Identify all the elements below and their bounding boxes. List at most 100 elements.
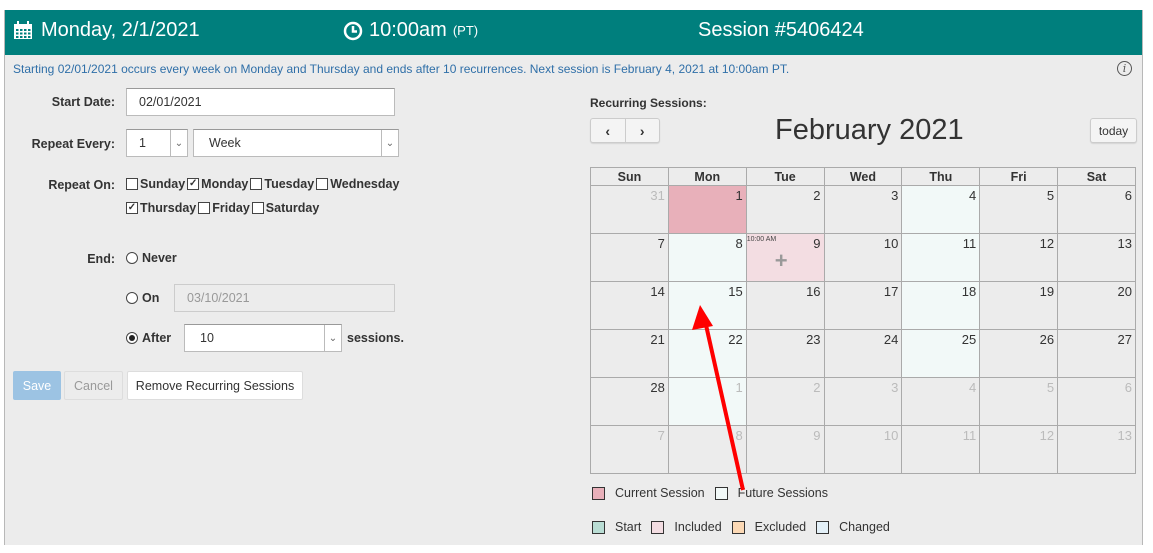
calendar-day-cell[interactable]: 9 <box>745 425 825 474</box>
day-number: 12 <box>1039 236 1055 251</box>
next-month-button[interactable]: › <box>624 119 660 142</box>
calendar-day-cell[interactable]: 13 <box>1057 425 1136 474</box>
start-date-input[interactable]: 02/01/2021 <box>126 88 395 116</box>
calendar-icon <box>14 21 32 39</box>
calendar-day-cell[interactable]: 7 <box>590 425 669 474</box>
day-number: 1 <box>735 188 743 203</box>
calendar-day-cell[interactable]: 21 <box>590 329 669 378</box>
calendar-day-cell[interactable]: 14 <box>590 281 669 330</box>
calendar-day-cell[interactable]: 3 <box>823 185 903 234</box>
chevron-down-icon[interactable]: ⌄ <box>324 325 341 351</box>
calendar-day-cell[interactable]: 5 <box>979 377 1059 426</box>
checkbox-tuesday[interactable]: Tuesday <box>250 177 314 191</box>
end-after-count-select[interactable]: 10 ⌄ <box>184 324 342 352</box>
checkbox-wednesday[interactable]: Wednesday <box>316 177 399 191</box>
calendar-week-row: 31 1 2 3 4 5 6 <box>590 185 1136 234</box>
cancel-button[interactable]: Cancel <box>64 371 123 400</box>
calendar-day-cell[interactable]: 16 <box>745 281 825 330</box>
checkbox-checked-icon[interactable]: ✓ <box>187 178 200 190</box>
legend-swatch <box>816 520 830 534</box>
day-number: 7 <box>657 428 665 443</box>
end-on-date-input[interactable]: 03/10/2021 <box>174 284 395 312</box>
calendar-day-cell[interactable]: 12 <box>979 425 1059 474</box>
checkbox-thursday[interactable]: ✓ Thursday <box>126 201 196 215</box>
today-button[interactable]: today <box>1090 118 1137 143</box>
calendar-day-cell[interactable]: 10 <box>823 425 903 474</box>
calendar-day-cell[interactable]: 11 <box>901 233 981 282</box>
calendar-day-cell[interactable]: 27 <box>1057 329 1136 378</box>
checkbox-monday[interactable]: ✓ Monday <box>187 177 248 191</box>
checkbox-saturday[interactable]: Saturday <box>251 201 319 215</box>
calendar-day-cell[interactable]: 6 <box>1057 185 1136 234</box>
chevron-down-icon[interactable]: ⌄ <box>381 130 398 156</box>
calendar-day-cell[interactable]: 11 <box>901 425 981 474</box>
calendar-day-cell[interactable]: 20 <box>1057 281 1136 330</box>
end-on-option[interactable]: On <box>126 291 159 305</box>
checkbox-checked-icon[interactable]: ✓ <box>126 202 138 214</box>
calendar-nav: ‹ › <box>590 118 660 143</box>
checkbox-sunday[interactable]: Sunday <box>126 177 185 191</box>
remove-recurring-sessions-button[interactable]: Remove Recurring Sessions <box>127 371 303 400</box>
calendar-day-cell[interactable]: 26 <box>979 329 1059 378</box>
day-number: 15 <box>728 284 743 299</box>
recurrence-summary: Starting 02/01/2021 occurs every week on… <box>13 62 790 76</box>
repeat-unit-value: Week <box>209 136 241 150</box>
calendar-day-cell[interactable]: 8 <box>667 233 747 282</box>
calendar-day-cell[interactable]: 4 <box>901 377 981 426</box>
radio-selected-icon[interactable] <box>126 332 138 344</box>
calendar-day-cell[interactable]: 2 <box>745 185 825 234</box>
repeat-unit-select[interactable]: Week ⌄ <box>193 129 399 157</box>
checkbox-icon[interactable] <box>126 178 138 190</box>
calendar-day-cell[interactable]: 24 <box>823 329 903 378</box>
repeat-count-select[interactable]: 1 ⌄ <box>126 129 188 157</box>
calendar-day-cell[interactable]: 18 <box>901 281 981 330</box>
calendar-day-cell[interactable]: 12 <box>979 233 1059 282</box>
calendar-day-cell[interactable]: 4 <box>901 185 981 234</box>
calendar-day-cell[interactable]: 25 <box>901 329 981 378</box>
calendar-day-cell[interactable]: 10 <box>823 233 903 282</box>
day-number: 5 <box>1046 380 1055 395</box>
calendar-day-cell[interactable]: 5 <box>979 185 1059 234</box>
calendar-day-cell[interactable]: 7 <box>590 233 669 282</box>
checkbox-icon[interactable] <box>316 178 329 190</box>
day-number: 9 <box>813 236 821 251</box>
calendar-day-cell[interactable]: 19 <box>979 281 1059 330</box>
end-after-option[interactable]: After <box>126 331 171 345</box>
checkbox-label: Sunday <box>140 177 186 191</box>
calendar-week-row: 7 8 10:00 AM +9 10 11 12 13 <box>590 233 1136 282</box>
calendar-day-cell[interactable]: 1 <box>667 377 747 426</box>
day-number: 21 <box>650 332 665 347</box>
prev-month-button[interactable]: ‹ <box>591 119 625 142</box>
day-number: 4 <box>968 380 977 395</box>
add-icon[interactable]: + <box>775 248 788 274</box>
calendar-day-cell[interactable]: 17 <box>823 281 903 330</box>
calendar-day-cell[interactable]: 6 <box>1057 377 1136 426</box>
calendar-day-cell[interactable]: 2 <box>745 377 825 426</box>
calendar-day-cell[interactable]: 3 <box>823 377 903 426</box>
calendar-day-cell[interactable]: 13 <box>1057 233 1136 282</box>
clock-icon <box>343 21 363 40</box>
chevron-down-icon[interactable]: ⌄ <box>170 130 187 156</box>
legend-swatch <box>731 520 745 534</box>
calendar-week-row: 21 22 23 24 25 26 27 <box>590 329 1136 378</box>
day-number: 24 <box>883 332 899 347</box>
session-number: Session #5406424 <box>698 19 864 41</box>
info-icon[interactable]: i <box>1117 61 1132 76</box>
checkbox-icon[interactable] <box>198 202 211 214</box>
checkbox-friday[interactable]: Friday <box>198 201 250 215</box>
day-number: 11 <box>962 236 977 251</box>
calendar-day-cell[interactable]: 15 <box>667 281 747 330</box>
end-never-option[interactable]: Never <box>126 251 177 265</box>
calendar-day-cell[interactable]: 1 <box>667 185 747 234</box>
checkbox-icon[interactable] <box>250 178 263 190</box>
calendar-day-cell[interactable]: 31 <box>590 185 669 234</box>
calendar-day-cell[interactable]: 10:00 AM +9 <box>745 233 825 282</box>
calendar-day-cell[interactable]: 23 <box>745 329 825 378</box>
calendar-day-cell[interactable]: 22 <box>667 329 747 378</box>
checkbox-icon[interactable] <box>251 202 264 214</box>
calendar-day-cell[interactable]: 28 <box>590 377 669 426</box>
save-button[interactable]: Save <box>13 371 61 400</box>
calendar-day-cell[interactable]: 8 <box>667 425 747 474</box>
radio-icon[interactable] <box>126 292 138 304</box>
radio-icon[interactable] <box>126 252 138 264</box>
